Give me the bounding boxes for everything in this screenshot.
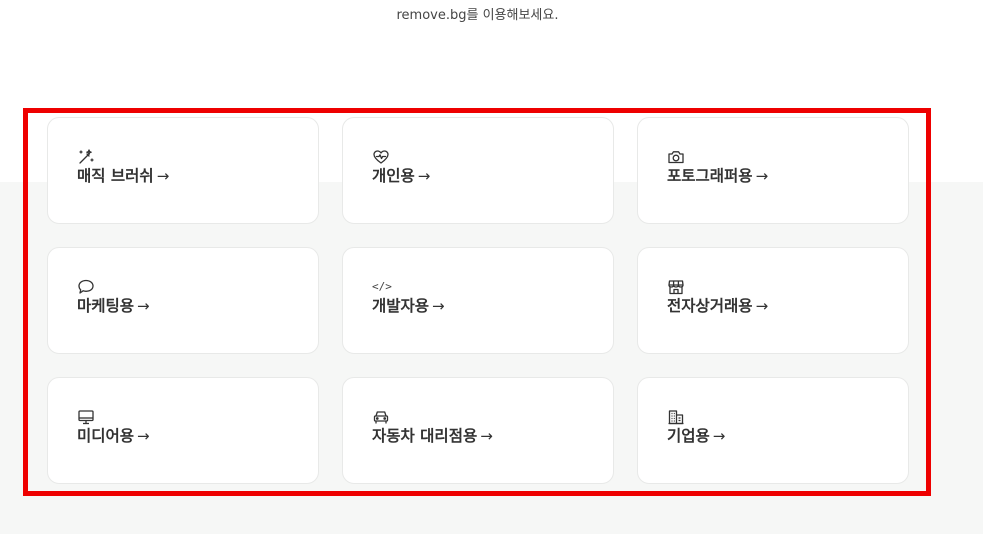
page: remove.bg를 이용해보세요. 매직 브러쉬 → 개인용 → 포토그래퍼용… [0,0,983,534]
highlight-frame [23,108,931,496]
page-subtitle: remove.bg를 이용해보세요. [396,8,559,23]
